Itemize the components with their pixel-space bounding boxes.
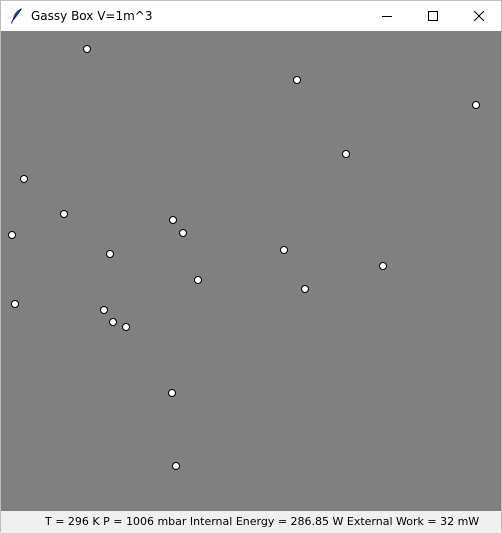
gas-particle xyxy=(106,250,114,258)
window-title: Gassy Box V=1m^3 xyxy=(31,9,153,23)
gas-particle xyxy=(168,389,176,397)
close-icon xyxy=(473,7,485,26)
gas-particle xyxy=(20,175,28,183)
gas-particle xyxy=(169,216,177,224)
minimize-button[interactable] xyxy=(364,1,410,31)
gas-particle xyxy=(194,276,202,284)
gas-particle xyxy=(8,231,16,239)
minimize-icon xyxy=(381,7,393,26)
gas-particle xyxy=(100,306,108,314)
gas-particle xyxy=(379,262,387,270)
gas-particle xyxy=(301,285,309,293)
maximize-button[interactable] xyxy=(410,1,456,31)
gas-particle xyxy=(172,462,180,470)
gas-particle xyxy=(179,229,187,237)
gas-particle xyxy=(122,323,130,331)
gas-particle xyxy=(109,318,117,326)
app-window: Gassy Box V=1m^3 T = 296 K P = 1006 mbar… xyxy=(0,0,502,532)
status-readout: T = 296 K P = 1006 mbar Internal Energy … xyxy=(45,515,480,528)
status-bar: T = 296 K P = 1006 mbar Internal Energy … xyxy=(1,511,501,532)
feather-icon xyxy=(9,7,25,25)
gas-particle xyxy=(60,210,68,218)
gas-particle xyxy=(83,45,91,53)
gas-particle xyxy=(342,150,350,158)
gas-box-canvas xyxy=(1,31,501,511)
gas-particle xyxy=(293,76,301,84)
gas-particle xyxy=(472,101,480,109)
title-bar[interactable]: Gassy Box V=1m^3 xyxy=(1,1,501,31)
maximize-icon xyxy=(427,7,439,26)
gas-particle xyxy=(11,300,19,308)
gas-particle xyxy=(280,246,288,254)
close-button[interactable] xyxy=(456,1,502,31)
